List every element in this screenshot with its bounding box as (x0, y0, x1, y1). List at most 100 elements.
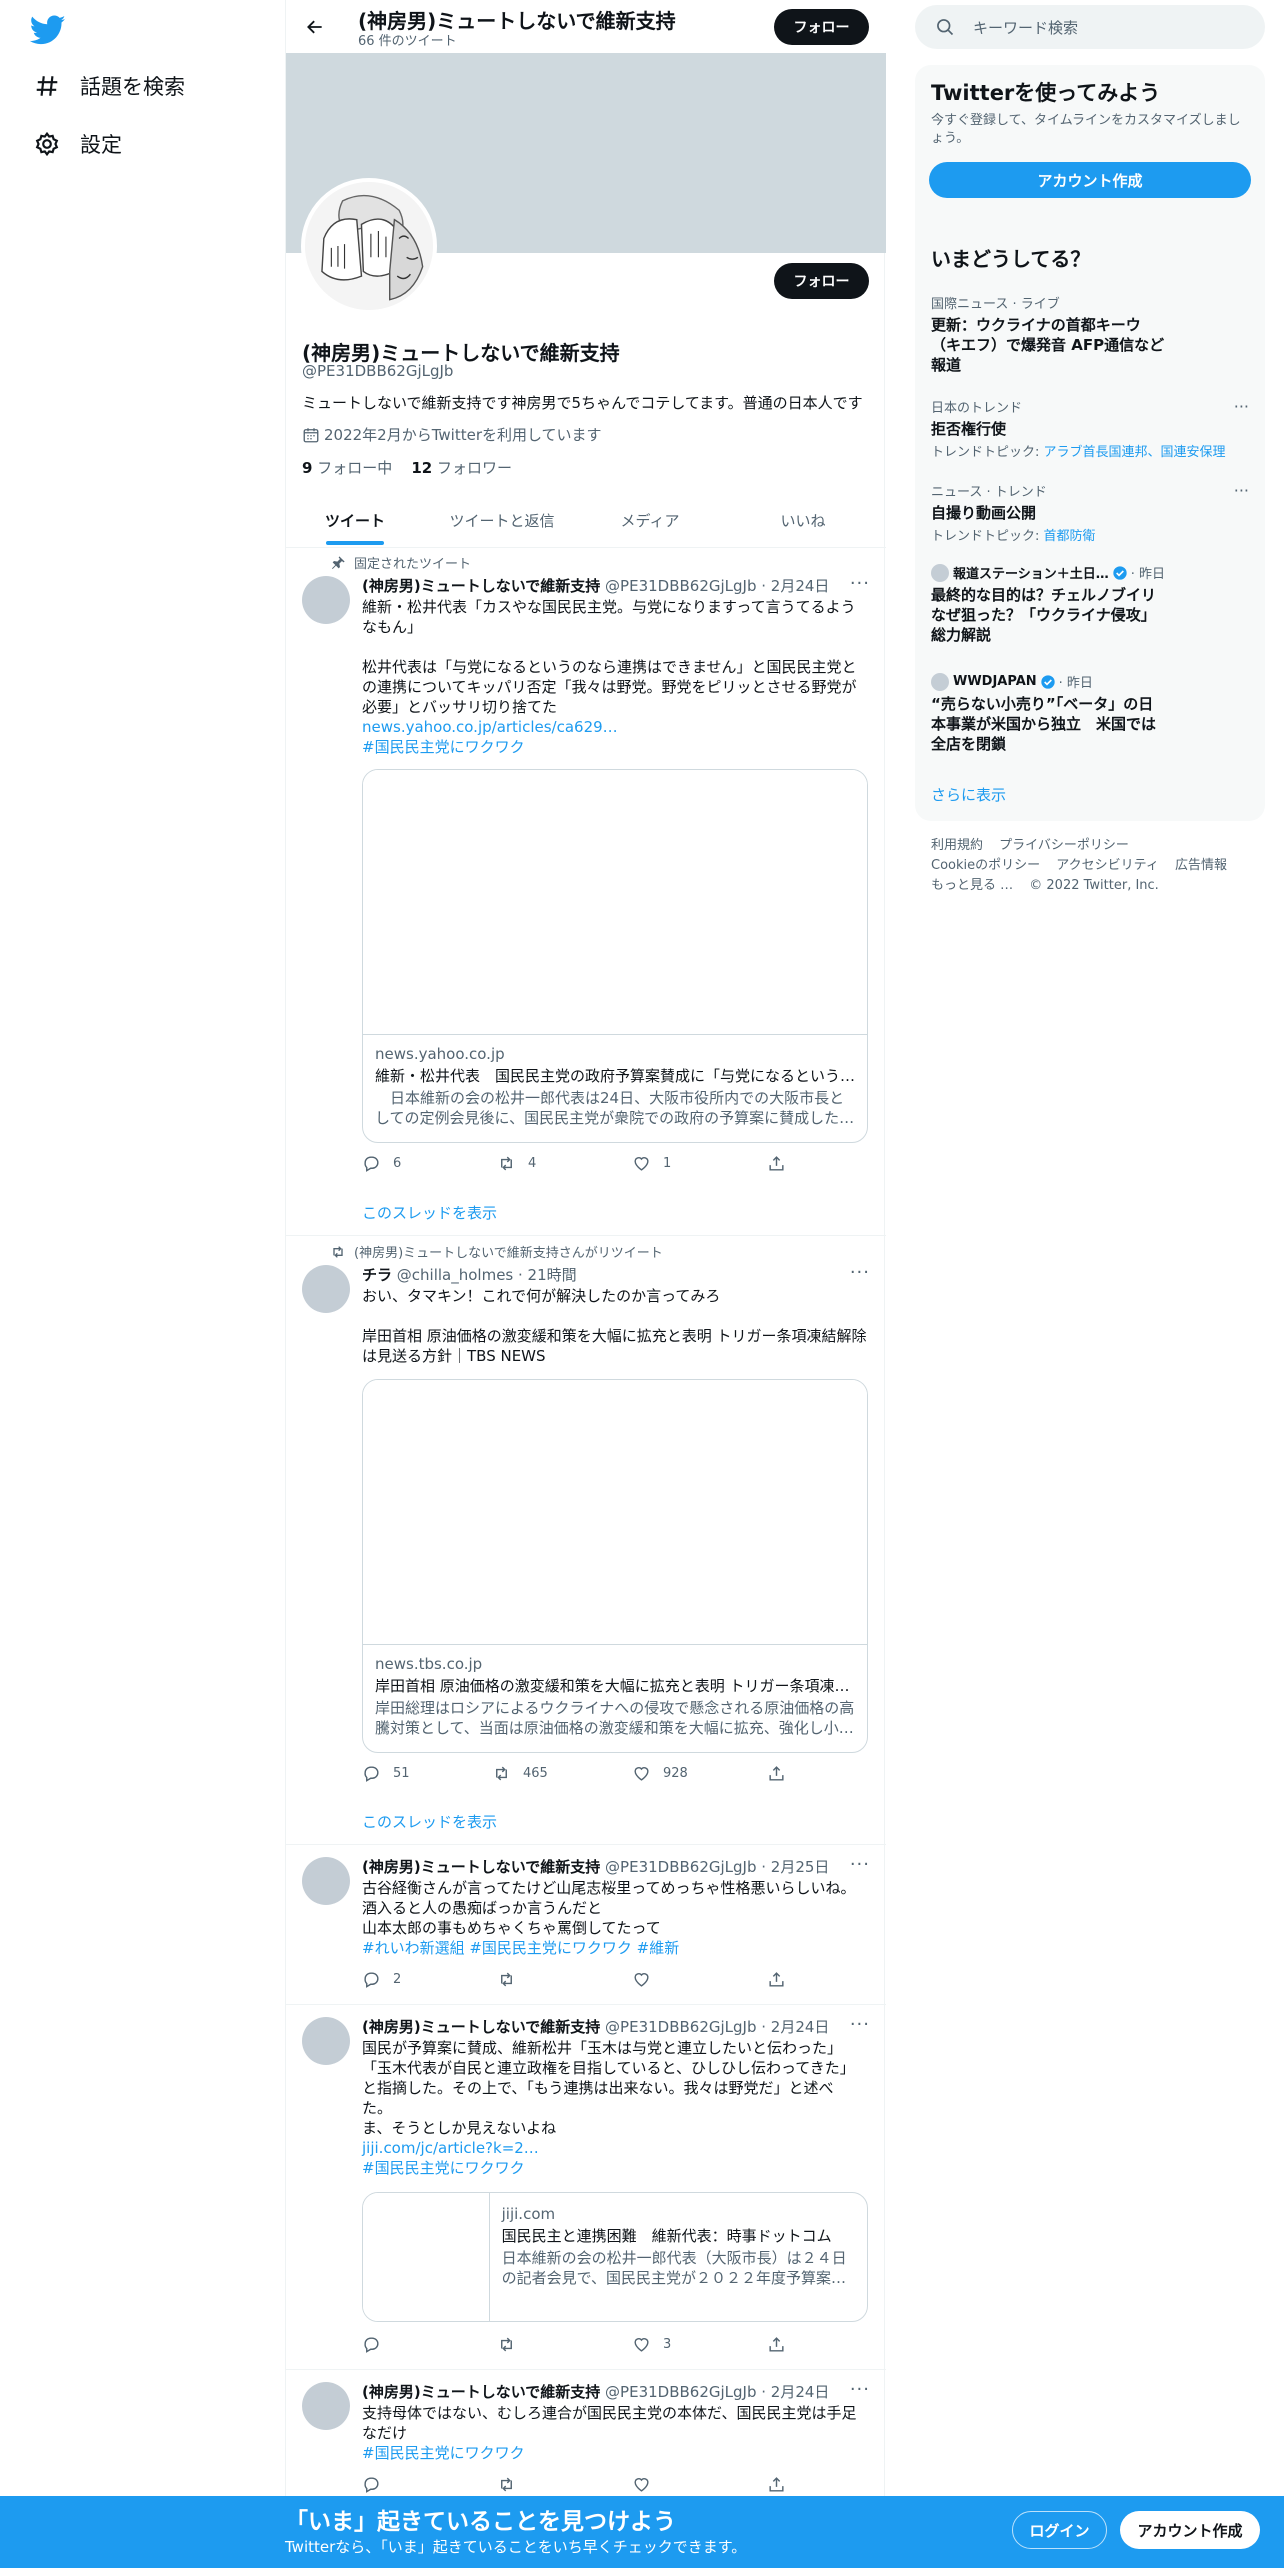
show-thread-link[interactable]: このスレッドを表示 (362, 1202, 497, 1223)
more-icon[interactable]: ··· (1234, 397, 1249, 416)
retweet-button[interactable] (497, 2335, 528, 2354)
retweet-count: 4 (528, 1156, 537, 1171)
profile-handle: @PE31DBB62GjLgJb (302, 362, 454, 380)
tweet[interactable]: (神房男)ミュートしないで維新支持さんがリツイート チラ @chilla_hol… (286, 1236, 886, 1845)
share-button[interactable] (767, 2475, 798, 2494)
trend-topic-links[interactable]: アラブ首長国連邦、国連安保理 (1044, 445, 1226, 460)
tweet[interactable]: (神房男)ミュートしないで維新支持 @PE31DBB62GjLgJb · 2月2… (286, 1845, 886, 2005)
avatar[interactable] (302, 1265, 350, 1313)
retweeted-by-label[interactable]: (神房男)ミュートしないで維新支持さんがリツイート (354, 1242, 663, 1261)
card-domain: jiji.com (501, 2205, 556, 2223)
footer-link-ads-info[interactable]: 広告情報 (1175, 858, 1227, 873)
tweet-link[interactable]: news.yahoo.co.jp/articles/ca629… (362, 717, 872, 737)
profile-follow-button[interactable]: フォロー (774, 263, 869, 299)
trend-title-line: 最終的な目的は？チェルノブイリ (931, 586, 1157, 604)
more-icon[interactable]: ··· (1234, 481, 1249, 500)
share-button[interactable] (767, 1970, 798, 1989)
link-card[interactable]: news.yahoo.co.jp 維新・松井代表 国民民主党の政府予算案賛成に「… (362, 769, 868, 1143)
retweet-button[interactable]: 465 (492, 1764, 548, 1783)
trend-item[interactable]: 報道ステーション＋土日… · 昨日 最終的な目的は？チェルノブイリ なぜ狙った？… (931, 563, 1249, 645)
tab-tweets[interactable]: ツイート (286, 494, 424, 547)
header-follow-button[interactable]: フォロー (774, 9, 869, 45)
tweet[interactable]: (神房男)ミュートしないで維新支持 @PE31DBB62GjLgJb · 2月2… (286, 2005, 886, 2370)
footer-link-cookies[interactable]: Cookieのポリシー (931, 858, 1040, 873)
like-count: 3 (663, 2337, 672, 2352)
share-button[interactable] (767, 2335, 798, 2354)
like-button[interactable] (632, 1970, 663, 1989)
tweet[interactable]: 固定されたツイート (神房男)ミュートしないで維新支持 @PE31DBB62Gj… (286, 547, 886, 1236)
footer-link-terms[interactable]: 利用規約 (931, 838, 983, 853)
avatar[interactable] (302, 1857, 350, 1905)
tweet-hashtags[interactable]: #国民民主党にワクワク (362, 737, 872, 757)
like-button[interactable] (632, 2475, 663, 2494)
tab-tweets-and-replies[interactable]: ツイートと返信 (424, 494, 580, 547)
link-card[interactable]: jiji.com 国民民主と連携困難 維新代表：時事ドットコム 日本維新の会の松… (362, 2192, 868, 2322)
avatar[interactable] (302, 2382, 350, 2430)
show-more-link[interactable]: さらに表示 (931, 784, 1006, 805)
reply-button[interactable]: 6 (362, 1154, 401, 1173)
trend-topic-links[interactable]: 首都防衛 (1044, 529, 1096, 544)
twitter-bird-icon[interactable] (30, 12, 66, 48)
author-name[interactable]: (神房男)ミュートしないで維新支持 (362, 1858, 600, 1876)
reply-button[interactable]: 51 (362, 1764, 410, 1783)
retweet-button[interactable] (497, 1970, 528, 1989)
like-button[interactable]: 928 (632, 1764, 688, 1783)
trend-item[interactable]: ··· ニュース · トレンド 自撮り動画公開 トレンドトピック: 首都防衛 (931, 481, 1249, 544)
nav-settings[interactable]: 設定 (34, 122, 122, 166)
more-icon[interactable]: ··· (850, 2014, 870, 2035)
tab-media[interactable]: メディア (580, 494, 720, 547)
card-description: 岸田総理はロシアによるウクライナへの侵攻で懸念される原油価格の高 騰対策として、… (375, 1699, 855, 1737)
nav-settings-label: 設定 (80, 133, 122, 157)
tab-likes[interactable]: いいね (720, 494, 886, 547)
author-name[interactable]: チラ (362, 1266, 392, 1284)
show-thread-link[interactable]: このスレッドを表示 (362, 1811, 497, 1832)
search-input[interactable] (971, 5, 1245, 51)
tweet-hashtags[interactable]: #国民民主党にワクワク (362, 2443, 872, 2463)
reply-button[interactable] (362, 2335, 393, 2354)
trend-item[interactable]: 国際ニュース · ライブ 更新：ウクライナの首都キーウ （キエフ）で爆発音 AF… (931, 293, 1249, 375)
nav-explore[interactable]: 話題を検索 (34, 64, 185, 108)
footer-link-more[interactable]: もっと見る … (931, 878, 1013, 893)
footer-link-accessibility[interactable]: アクセシビリティ (1056, 858, 1159, 873)
following-link[interactable]: 9 フォロー中 (302, 459, 392, 477)
profile-avatar[interactable] (301, 178, 437, 314)
like-button[interactable]: 1 (632, 1154, 671, 1173)
share-icon (769, 1766, 784, 1781)
tweet-text-line: 支持母体ではない、むしろ連合が国民民主党の本体だ、国民民主党は手足 (362, 2404, 857, 2422)
link-card[interactable]: news.tbs.co.jp 岸田首相 原油価格の激変緩和策を大幅に拡充と表明 … (362, 1379, 868, 1753)
more-icon[interactable]: ··· (850, 1262, 870, 1283)
tweet-text: 古谷経衡さんが言ってたけど山尾志桜里ってめっちゃ性格悪いらしいね。 酒入ると人の… (362, 1878, 872, 1958)
tweet-text-line: 岸田首相 原油価格の激変緩和策を大幅に拡充と表明 トリガー条項凍結解除 (362, 1327, 867, 1345)
tweet-hashtags[interactable]: #れいわ新選組 #国民民主党にワクワク #維新 (362, 1938, 872, 1958)
more-icon[interactable]: ··· (850, 2379, 870, 2400)
followers-link[interactable]: 12 フォロワー (411, 459, 512, 477)
tweet-link[interactable]: jiji.com/jc/article?k=2… (362, 2138, 872, 2158)
like-button[interactable]: 3 (632, 2335, 671, 2354)
create-account-button[interactable]: アカウント作成 (929, 162, 1251, 198)
avatar[interactable] (302, 576, 350, 624)
share-button[interactable] (767, 1154, 798, 1173)
back-button[interactable] (300, 12, 330, 42)
avatar[interactable] (302, 2017, 350, 2065)
trend-item[interactable]: WWDJAPAN · 昨日 “売らない小売り”「ベータ」の日 本事業が米国から独… (931, 672, 1249, 754)
author-name[interactable]: (神房男)ミュートしないで維新支持 (362, 2383, 600, 2401)
footer-link-privacy[interactable]: プライバシーポリシー (999, 838, 1129, 853)
share-button[interactable] (767, 1764, 798, 1783)
search-box[interactable] (915, 5, 1265, 51)
author-name[interactable]: (神房男)ミュートしないで維新支持 (362, 577, 600, 595)
retweet-button[interactable]: 4 (497, 1154, 536, 1173)
trend-item[interactable]: ··· 日本のトレンド 拒否権行使 トレンドトピック: アラブ首長国連邦、国連安… (931, 397, 1249, 460)
retweet-button[interactable] (497, 2475, 528, 2494)
trend-context: ニュース · トレンド (931, 485, 1047, 500)
tweet-text-line: 維新・松井代表「カスやな国民民主党。与党になりますって言うてるよう (362, 598, 856, 616)
author-name[interactable]: (神房男)ミュートしないで維新支持 (362, 2018, 600, 2036)
more-icon[interactable]: ··· (850, 1854, 870, 1875)
bottom-signup-button[interactable]: アカウント作成 (1120, 2511, 1260, 2549)
reply-button[interactable]: 2 (362, 1970, 401, 1989)
tweet-header: (神房男)ミュートしないで維新支持 @PE31DBB62GjLgJb · 2月2… (362, 1856, 829, 1877)
more-icon[interactable]: ··· (850, 573, 870, 594)
reply-button[interactable] (362, 2475, 393, 2494)
tweet-hashtags[interactable]: #国民民主党にワクワク (362, 2158, 872, 2178)
login-button[interactable]: ログイン (1012, 2511, 1107, 2549)
trends-title: いまどうしてる？ (931, 247, 1091, 271)
